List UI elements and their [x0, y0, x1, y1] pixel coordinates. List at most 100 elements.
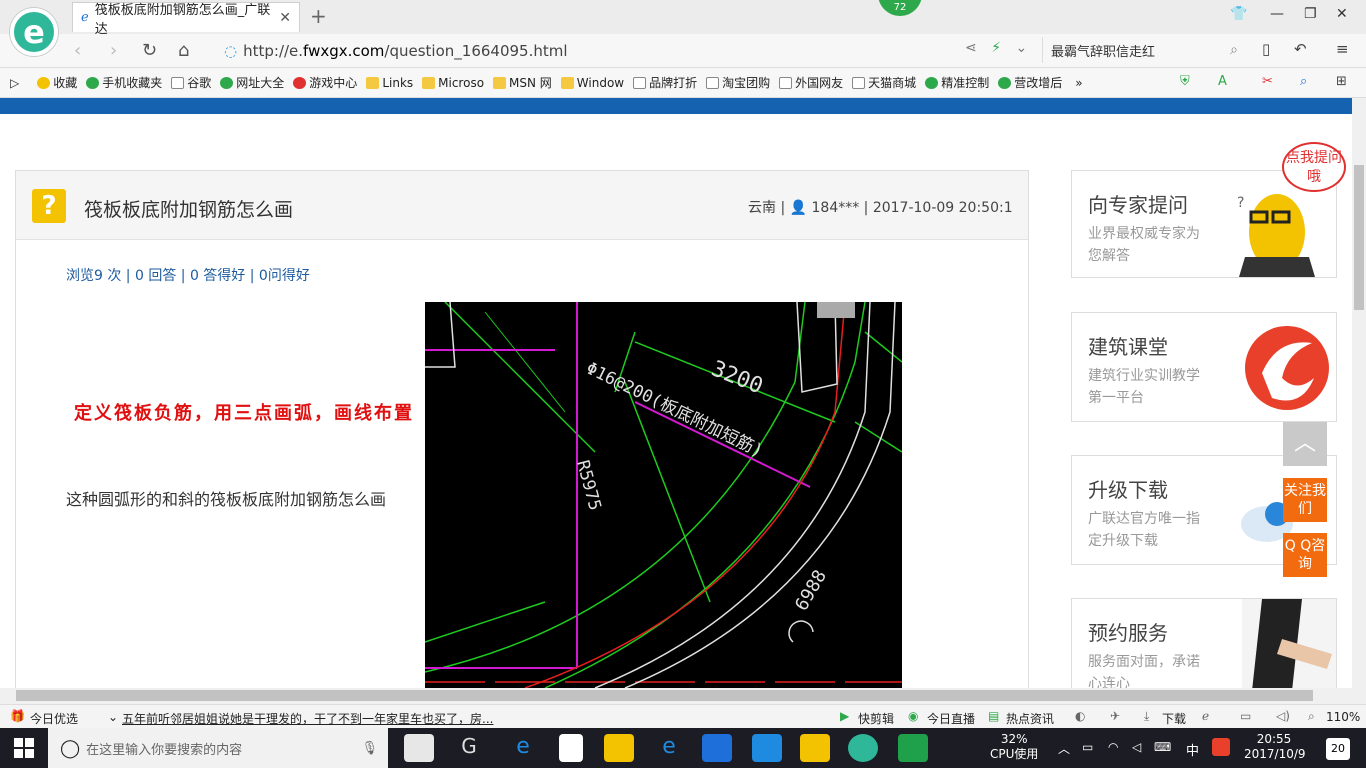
favorite-item[interactable]: 谷歌: [171, 74, 211, 91]
app-icon-g[interactable]: [702, 734, 732, 762]
shirt-icon[interactable]: 👕: [1230, 6, 1247, 22]
favorite-item[interactable]: 天猫商城: [852, 74, 916, 91]
favorite-item[interactable]: 淘宝团购: [706, 74, 770, 91]
home-icon[interactable]: ⌂: [178, 40, 189, 61]
share-icon[interactable]: ⋖: [965, 40, 977, 56]
minimize-icon[interactable]: —: [1270, 6, 1284, 22]
volume-icon[interactable]: ◁: [1132, 740, 1141, 754]
app-icon-green[interactable]: [898, 734, 928, 762]
window-icon[interactable]: ▭: [1240, 709, 1251, 723]
horizontal-scroll-thumb[interactable]: [16, 690, 1313, 701]
sogou-icon[interactable]: [1212, 738, 1230, 756]
app-icon-1[interactable]: [404, 734, 434, 762]
sidebar-card-classroom[interactable]: 建筑课堂 建筑行业实训教学第一平台: [1071, 312, 1337, 422]
zoom-icon[interactable]: ⌕: [1308, 709, 1315, 724]
url-field[interactable]: ◌ http://e. fwxgx.com/question_1664095.ht…: [224, 40, 959, 62]
today-picks[interactable]: 今日优选: [30, 710, 78, 727]
translate-icon[interactable]: A: [1218, 74, 1227, 89]
speed-icon[interactable]: ◐: [1075, 709, 1085, 723]
favorite-item[interactable]: 游戏中心: [293, 74, 357, 91]
status-item-news[interactable]: 热点资讯: [1006, 710, 1054, 727]
battery-icon[interactable]: ▭: [1082, 740, 1093, 754]
ie-icon[interactable]: e: [654, 734, 684, 762]
browser-logo-icon[interactable]: e: [10, 8, 58, 56]
favorite-item[interactable]: MSN 网: [493, 74, 552, 91]
page-icon: [171, 76, 185, 89]
scissors-icon[interactable]: ✂: [1262, 74, 1273, 89]
microphone-icon[interactable]: 🎙: [361, 741, 378, 756]
svg-text:?: ?: [1237, 195, 1244, 211]
menu-icon[interactable]: ≡: [1336, 40, 1349, 58]
app-icon-browser-g[interactable]: G: [454, 734, 484, 762]
keyboard-icon[interactable]: ⌨: [1154, 740, 1171, 754]
favorite-item[interactable]: 手机收藏夹: [86, 74, 162, 91]
search-box[interactable]: 最霸气辞职信走红 ⌕: [1042, 37, 1238, 63]
maximize-icon[interactable]: ❐: [1304, 6, 1317, 22]
status-item-clip[interactable]: 快剪辑: [858, 710, 894, 727]
cad-screenshot[interactable]: 3200 Φ16@200(板底附加短筋) R5975 6988: [425, 302, 902, 688]
more-favorites-icon[interactable]: »: [1075, 76, 1082, 90]
undo-icon[interactable]: ↶: [1294, 40, 1307, 58]
notification-count[interactable]: 20: [1326, 738, 1350, 760]
browser-tab[interactable]: ℯ 筏板板底附加钢筋怎么画_广联达 ✕: [72, 2, 300, 37]
pin-icon[interactable]: ✈: [1110, 709, 1120, 723]
ie-mode-icon[interactable]: ℯ: [1202, 709, 1209, 723]
favorite-item[interactable]: Window: [560, 74, 625, 91]
zoom-level[interactable]: 110%: [1326, 710, 1360, 724]
shield-icon[interactable]: ⛨: [1180, 74, 1190, 89]
back-icon[interactable]: ‹: [74, 40, 81, 61]
favorite-item[interactable]: 网址大全: [220, 74, 284, 91]
favorite-item[interactable]: Links: [366, 74, 413, 91]
wifi-icon[interactable]: ◠: [1108, 740, 1118, 754]
tab-close-icon[interactable]: ✕: [279, 10, 291, 26]
phone-icon[interactable]: ▯: [1262, 40, 1270, 58]
browser-360-icon[interactable]: [848, 734, 878, 762]
magnifier-icon[interactable]: ⌕: [1300, 74, 1307, 89]
url-actions[interactable]: ⋖ ⚡ ⌄: [965, 40, 1027, 56]
store-icon[interactable]: [559, 734, 583, 762]
notepad-icon[interactable]: [800, 734, 830, 762]
favorite-label: 品牌打折: [649, 76, 698, 90]
favorite-item[interactable]: 收藏: [37, 74, 77, 91]
favorite-label: Window: [576, 75, 625, 90]
news-ticker[interactable]: 五年前听邻居姐姐说她是干理发的，干了不到一年家里车也买了，房...: [122, 710, 493, 727]
app-icon-plus[interactable]: [752, 734, 782, 762]
favorite-item[interactable]: Microso: [422, 74, 484, 91]
expert-mascot-icon: ?: [1237, 194, 1315, 277]
ask-bubble[interactable]: 点我提问哦: [1282, 142, 1346, 192]
back-to-top-button[interactable]: ︿: [1283, 422, 1327, 466]
sidebar-card-title: 建筑课堂: [1088, 335, 1168, 359]
forward-icon[interactable]: ›: [110, 40, 117, 61]
clock[interactable]: 20:55 2017/10/9: [1244, 732, 1306, 762]
favorite-item[interactable]: 精准控制: [925, 74, 989, 91]
ime-indicator[interactable]: 中: [1186, 740, 1199, 759]
close-window-icon[interactable]: ✕: [1336, 6, 1348, 22]
qq-consult-button[interactable]: Q Q咨询: [1283, 533, 1327, 577]
search-icon[interactable]: ⌕: [1230, 42, 1238, 58]
sidebar-card-appointment[interactable]: 预约服务 服务面对面，承诺心连心: [1071, 598, 1337, 690]
follow-us-button[interactable]: 关注我们: [1283, 478, 1327, 522]
status-item-download[interactable]: 下载: [1162, 710, 1186, 727]
folder-icon[interactable]: [604, 734, 634, 762]
taskbar-search-placeholder: 在这里输入你要搜索的内容: [86, 742, 243, 758]
new-tab-button[interactable]: +: [310, 4, 327, 28]
tray-arrow-icon[interactable]: ︿: [1058, 740, 1070, 757]
vertical-scroll-thumb[interactable]: [1354, 165, 1364, 310]
lightning-icon[interactable]: ⚡: [991, 40, 1001, 56]
edge-icon[interactable]: e: [508, 734, 538, 762]
chevron-down-icon[interactable]: ⌄: [1015, 40, 1027, 56]
sidebar-toggle-icon[interactable]: ▷: [10, 76, 19, 90]
sound-icon[interactable]: ◁): [1276, 709, 1290, 723]
status-item-live[interactable]: 今日直播: [927, 710, 975, 727]
cpu-usage[interactable]: 32% CPU使用: [990, 732, 1038, 762]
windows-start-icon[interactable]: [14, 738, 34, 758]
taskbar-search[interactable]: ◯ 在这里输入你要搜索的内容 🎙: [48, 728, 388, 768]
apps-icon[interactable]: ⊞: [1336, 74, 1347, 89]
folder-icon: [366, 76, 380, 89]
sidebar-card-title: 预约服务: [1088, 621, 1168, 645]
reload-icon[interactable]: ↻: [142, 40, 157, 61]
favorite-item[interactable]: 品牌打折: [633, 74, 697, 91]
question-stats[interactable]: 浏览9 次 | 0 回答 | 0 答得好 | 0问得好: [66, 265, 310, 285]
favorite-item[interactable]: 外国网友: [779, 74, 843, 91]
favorite-item[interactable]: 营改增后: [998, 74, 1062, 91]
